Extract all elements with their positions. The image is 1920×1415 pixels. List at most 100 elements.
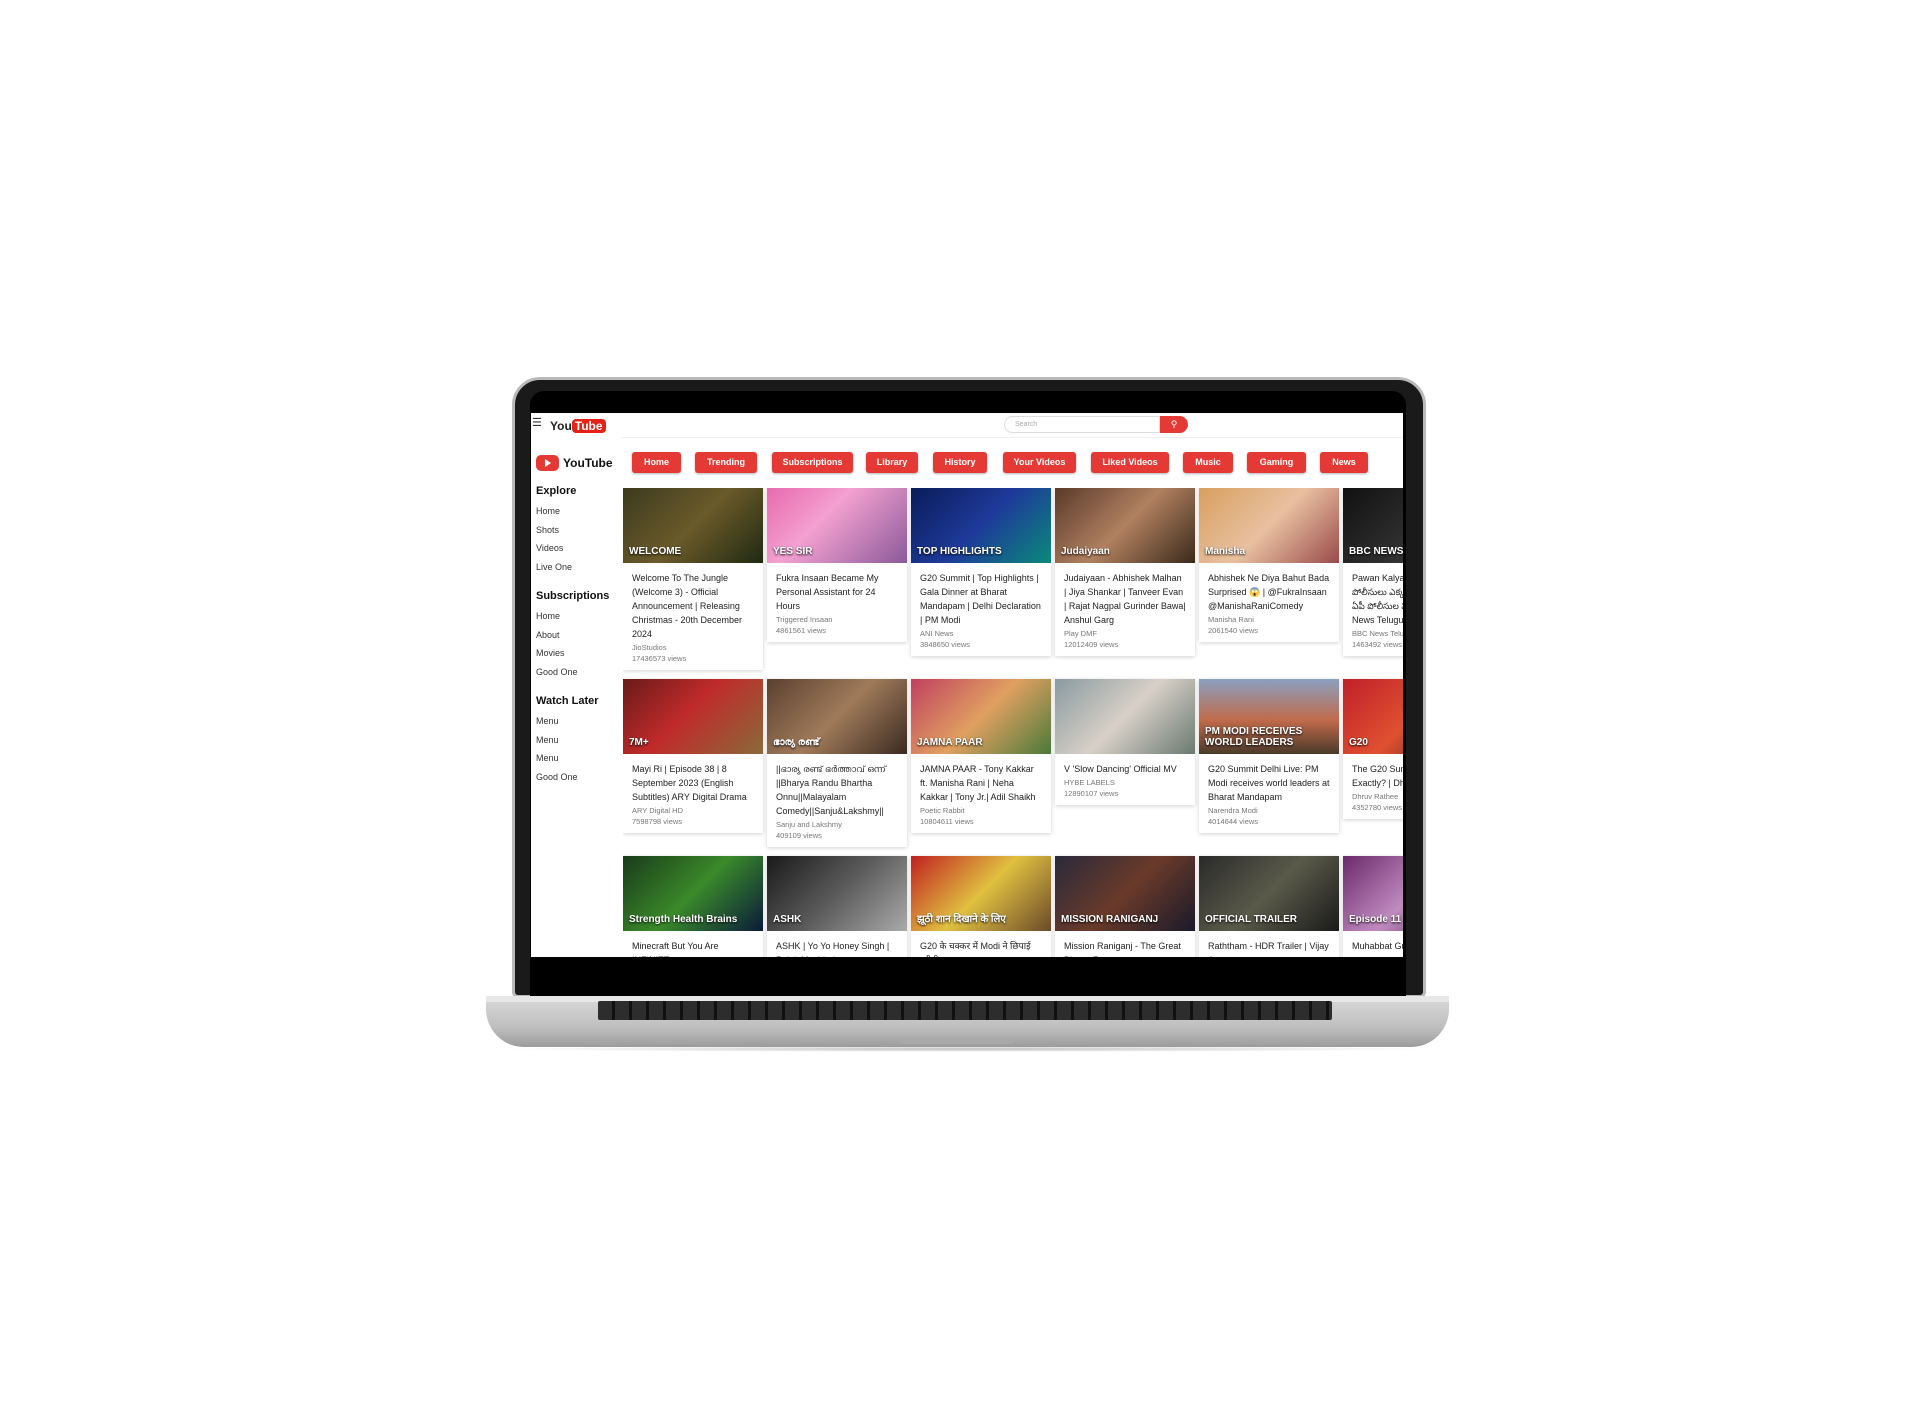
view-count: 4014644 views <box>1208 817 1259 826</box>
video-card[interactable]: TOP HIGHLIGHTS G20 Summit | Top Highligh… <box>911 488 1051 656</box>
video-title[interactable]: V 'Slow Dancing' Official MV <box>1064 762 1186 776</box>
video-card[interactable]: Judaiyaan Judaiyaan - Abhishek Malhan | … <box>1055 488 1195 656</box>
video-title[interactable]: Pawan Kalyan పవన్‌ను పోలీసులు ఎక్కడికి త… <box>1352 571 1403 627</box>
video-title[interactable]: G20 के चक्कर में Modi ने छिपाई गरीबी <box>920 939 1042 957</box>
video-thumbnail[interactable]: OFFICIAL TRAILER <box>1199 856 1339 931</box>
logo-tube-text: Tube <box>571 418 606 433</box>
search-icon[interactable]: ⚲ <box>1160 416 1188 433</box>
video-thumbnail[interactable]: MISSION RANIGANJ <box>1055 856 1195 931</box>
channel-name[interactable]: Play DMF <box>1064 628 1186 639</box>
video-card[interactable]: Strength Health Brains Minecraft But You… <box>623 856 763 957</box>
video-card[interactable]: MISSION RANIGANJ Mission Raniganj - The … <box>1055 856 1195 957</box>
sidebar-item-shots[interactable]: Shots <box>536 521 576 540</box>
channel-name[interactable]: Poetic Rabbit <box>920 805 1042 816</box>
video-thumbnail[interactable]: झूठी शान दिखाने के लिए <box>911 856 1051 931</box>
video-thumbnail[interactable]: PM MODI RECEIVES WORLD LEADERS <box>1199 679 1339 754</box>
video-thumbnail[interactable] <box>1055 679 1195 754</box>
sidebar-section-explore: Explore Home Shots Videos Live One <box>536 485 576 576</box>
video-card[interactable]: ASHK ASHK | Yo Yo Honey Singh | Palak Mu… <box>767 856 907 957</box>
video-card[interactable]: G20 The G20 Summit: What is it Exactly? … <box>1343 679 1403 819</box>
video-card[interactable]: YES SIR Fukra Insaan Became My Personal … <box>767 488 907 642</box>
video-title[interactable]: Minecraft But You Are INFINITE <box>632 939 754 957</box>
chip-your-videos[interactable]: Your Videos <box>1003 452 1076 473</box>
channel-name[interactable]: Manisha Rani <box>1208 614 1330 625</box>
channel-name[interactable]: Dhruv Rathee <box>1352 791 1403 802</box>
video-card[interactable]: OFFICIAL TRAILER Raththam - HDR Trailer … <box>1199 856 1339 957</box>
video-thumbnail[interactable]: Strength Health Brains <box>623 856 763 931</box>
chip-liked-videos[interactable]: Liked Videos <box>1091 452 1169 473</box>
sidebar-item-menu[interactable]: Menu <box>536 749 599 768</box>
video-card[interactable]: V 'Slow Dancing' Official MV HYBE LABELS 1… <box>1055 679 1195 805</box>
sidebar-item-menu[interactable]: Menu <box>536 731 599 750</box>
chip-subscriptions[interactable]: Subscriptions <box>772 452 853 473</box>
sidebar-item-live-one[interactable]: Live One <box>536 558 576 577</box>
video-title[interactable]: JAMNA PAAR - Tony Kakkar ft. Manisha Ran… <box>920 762 1042 804</box>
video-thumbnail[interactable]: Judaiyaan <box>1055 488 1195 563</box>
chip-gaming[interactable]: Gaming <box>1247 452 1306 473</box>
view-count: 1463492 views <box>1352 640 1403 649</box>
video-grid: WELCOME Welcome To The Jungle (Welcome 3… <box>623 488 1403 957</box>
video-thumbnail[interactable]: BBC NEWS <box>1343 488 1403 563</box>
youtube-logo[interactable]: You Tube <box>550 417 606 433</box>
video-title[interactable]: Abhishek Ne Diya Bahut Bada Surprised 😱 … <box>1208 571 1330 613</box>
video-thumbnail[interactable]: JAMNA PAAR <box>911 679 1051 754</box>
video-title[interactable]: G20 Summit | Top Highlights | Gala Dinne… <box>920 571 1042 627</box>
video-thumbnail[interactable]: Episode 11 <box>1343 856 1403 931</box>
video-thumbnail[interactable]: ഭാര്യ രണ്ട് <box>767 679 907 754</box>
hamburger-icon[interactable]: ☰ <box>532 418 543 429</box>
video-thumbnail[interactable]: G20 <box>1343 679 1403 754</box>
video-title[interactable]: Mayi Ri | Episode 38 | 8 September 2023 … <box>632 762 754 804</box>
video-title[interactable]: Mission Raniganj - The Great Bharat Resc… <box>1064 939 1186 957</box>
video-thumbnail[interactable]: ASHK <box>767 856 907 931</box>
view-count: 4861561 views <box>776 626 827 635</box>
video-card[interactable]: Manisha Abhishek Ne Diya Bahut Bada Surp… <box>1199 488 1339 642</box>
channel-name[interactable]: Triggered Insaan <box>776 614 898 625</box>
sidebar-item-home[interactable]: Home <box>536 502 576 521</box>
sidebar-item-menu[interactable]: Menu <box>536 712 599 731</box>
search-input[interactable]: Search <box>1004 416 1160 433</box>
channel-name[interactable]: BBC News Telugu <box>1352 628 1403 639</box>
channel-name[interactable]: ANI News <box>920 628 1042 639</box>
video-title[interactable]: Raththam - HDR Trailer | Vijay Antony <box>1208 939 1330 957</box>
video-title[interactable]: Welcome To The Jungle (Welcome 3) - Offi… <box>632 571 754 641</box>
video-card[interactable]: 7M+ Mayi Ri | Episode 38 | 8 September 2… <box>623 679 763 833</box>
chip-music[interactable]: Music <box>1183 452 1233 473</box>
video-card[interactable]: PM MODI RECEIVES WORLD LEADERS G20 Summi… <box>1199 679 1339 833</box>
video-title[interactable]: ASHK | Yo Yo Honey Singh | Palak Muchhal <box>776 939 898 957</box>
video-card[interactable]: ഭാര്യ രണ്ട് ||ഭാര്യ രണ്ട് ഭർത്താവ് ഒന്ന്… <box>767 679 907 847</box>
chip-home[interactable]: Home <box>632 452 681 473</box>
video-card[interactable]: WELCOME Welcome To The Jungle (Welcome 3… <box>623 488 763 670</box>
video-card[interactable]: JAMNA PAAR JAMNA PAAR - Tony Kakkar ft. … <box>911 679 1051 833</box>
video-thumbnail[interactable]: Manisha <box>1199 488 1339 563</box>
video-card[interactable]: BBC NEWS Pawan Kalyan పవన్‌ను పోలీసులు ఎ… <box>1343 488 1403 656</box>
video-title[interactable]: Fukra Insaan Became My Personal Assistan… <box>776 571 898 613</box>
video-title[interactable]: G20 Summit Delhi Live: PM Modi receives … <box>1208 762 1330 804</box>
channel-name[interactable]: ARY Digital HD <box>632 805 754 816</box>
video-card[interactable]: Episode 11 Muhabbat Gumshuda Meri <box>1343 856 1403 957</box>
video-title[interactable]: ||ഭാര്യ രണ്ട് ഭർത്താവ് ഒന്ന് ||Bharya Ra… <box>776 762 898 818</box>
video-title[interactable]: Judaiyaan - Abhishek Malhan | Jiya Shank… <box>1064 571 1186 627</box>
chip-history[interactable]: History <box>933 452 987 473</box>
sidebar-item-good-one[interactable]: Good One <box>536 768 599 787</box>
video-thumbnail[interactable]: YES SIR <box>767 488 907 563</box>
sidebar-item-movies[interactable]: Movies <box>536 644 609 663</box>
sidebar-item-videos[interactable]: Videos <box>536 539 576 558</box>
sidebar-item-home[interactable]: Home <box>536 607 609 626</box>
sidebar-item-about[interactable]: About <box>536 626 609 645</box>
video-thumbnail[interactable]: TOP HIGHLIGHTS <box>911 488 1051 563</box>
chip-trending[interactable]: Trending <box>695 452 757 473</box>
channel-name[interactable]: Sanju and Lakshmy <box>776 819 898 830</box>
channel-name[interactable]: HYBE LABELS <box>1064 777 1186 788</box>
chip-news[interactable]: News <box>1320 452 1368 473</box>
sidebar-item-good-one[interactable]: Good One <box>536 663 609 682</box>
sidebar-brand[interactable]: YouTube <box>536 454 613 472</box>
video-thumbnail[interactable]: 7M+ <box>623 679 763 754</box>
video-card[interactable]: झूठी शान दिखाने के लिए G20 के चक्कर में … <box>911 856 1051 957</box>
channel-name[interactable]: Narendra Modi <box>1208 805 1330 816</box>
chip-library[interactable]: Library <box>866 452 918 473</box>
video-title[interactable]: The G20 Summit: What is it Exactly? | Dh… <box>1352 762 1403 790</box>
video-title[interactable]: Muhabbat Gumshuda Meri <box>1352 939 1403 953</box>
channel-name[interactable]: JioStudios <box>632 642 754 653</box>
sidebar-section-subscriptions: Subscriptions Home About Movies Good One <box>536 590 609 681</box>
video-thumbnail[interactable]: WELCOME <box>623 488 763 563</box>
